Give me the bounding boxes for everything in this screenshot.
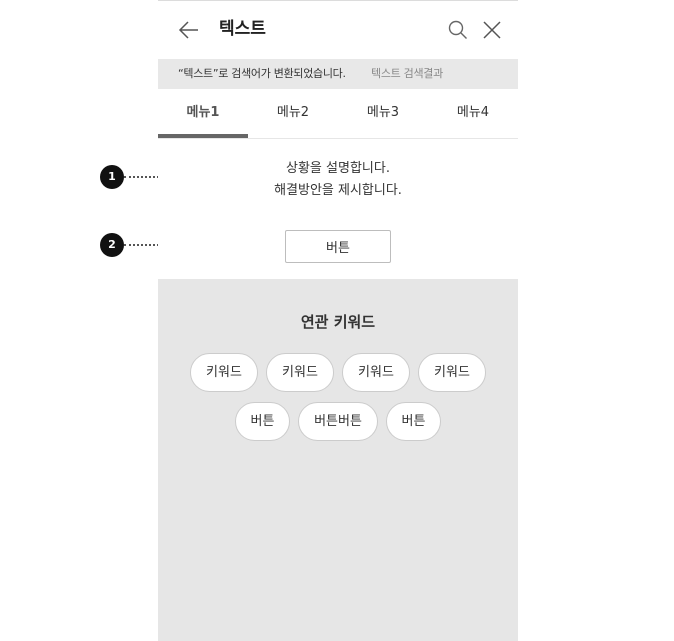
page-title: 텍스트 — [219, 19, 266, 39]
back-arrow-icon[interactable] — [178, 19, 200, 41]
description-line-1: 상황을 설명합니다. — [286, 161, 390, 176]
tab-menu4[interactable]: 메뉴4 — [428, 89, 518, 138]
keyword-chip[interactable]: 버튼 — [386, 402, 441, 441]
search-header: 텍스트 — [158, 1, 518, 59]
situation-description: 상황을 설명합니다. 해결방안을 제시합니다. — [158, 158, 518, 202]
description-line-2: 해결방안을 제시합니다. — [274, 183, 402, 198]
menu-tabs: 메뉴1 메뉴2 메뉴3 메뉴4 — [158, 89, 518, 139]
mobile-screen: 텍스트 “텍스트”로 검색어가 변환되었습니다. 텍스트 검색결과 메뉴1 메뉴… — [158, 0, 518, 641]
original-search-link[interactable]: 텍스트 검색결과 — [371, 59, 443, 89]
keyword-chip[interactable]: 버튼 — [235, 402, 290, 441]
close-icon[interactable] — [481, 19, 503, 41]
tab-menu2[interactable]: 메뉴2 — [248, 89, 338, 138]
annotation-badge: 1 — [100, 165, 124, 189]
action-button[interactable]: 버튼 — [285, 230, 391, 263]
related-keywords-title: 연관 키워드 — [300, 313, 376, 331]
active-tab-indicator — [158, 134, 248, 138]
keyword-chip[interactable]: 키워드 — [190, 353, 258, 392]
keyword-chip[interactable]: 버튼버튼 — [298, 402, 378, 441]
tab-menu1[interactable]: 메뉴1 — [158, 89, 248, 138]
conversion-notice-text: “텍스트”로 검색어가 변환되었습니다. — [178, 67, 346, 80]
annotation-badge: 2 — [100, 233, 124, 257]
search-icon[interactable] — [448, 20, 468, 40]
keyword-chip[interactable]: 키워드 — [342, 353, 410, 392]
related-keywords-section: 연관 키워드 키워드 키워드 키워드 키워드 버튼 버튼버튼 버튼 — [158, 279, 518, 641]
tab-menu3[interactable]: 메뉴3 — [338, 89, 428, 138]
conversion-notice-bar: “텍스트”로 검색어가 변환되었습니다. 텍스트 검색결과 — [158, 59, 518, 89]
keyword-chip[interactable]: 키워드 — [418, 353, 486, 392]
keyword-chip[interactable]: 키워드 — [266, 353, 334, 392]
